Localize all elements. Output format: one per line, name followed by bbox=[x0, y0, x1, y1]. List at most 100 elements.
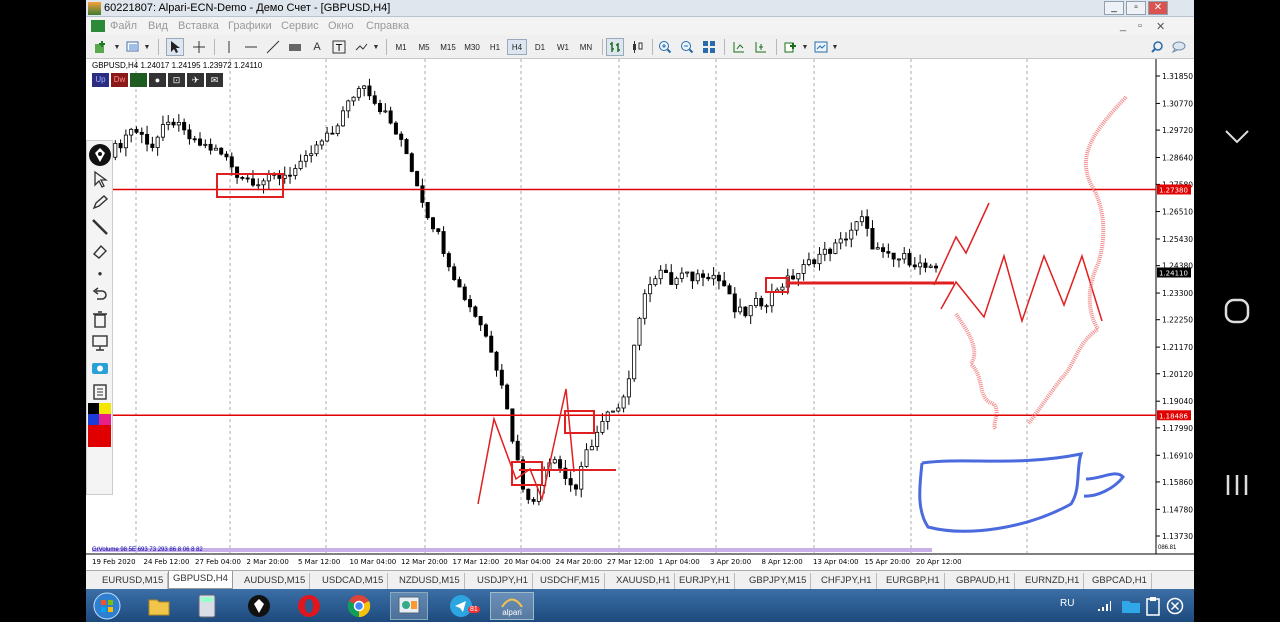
menu-window[interactable]: Окно bbox=[328, 20, 354, 32]
pencil-icon[interactable] bbox=[89, 193, 111, 213]
recents-button[interactable] bbox=[1194, 460, 1280, 510]
green-button[interactable] bbox=[130, 73, 147, 87]
control-panel-icon[interactable] bbox=[390, 592, 428, 620]
trash-icon[interactable] bbox=[89, 309, 111, 329]
timeframe-m1[interactable]: M1 bbox=[391, 39, 411, 55]
text-tool-icon[interactable]: A bbox=[308, 38, 326, 56]
drop-icon[interactable]: ● bbox=[149, 73, 166, 87]
up-button[interactable]: Up bbox=[92, 73, 109, 87]
shapes-icon[interactable] bbox=[352, 38, 370, 56]
calculator-icon[interactable] bbox=[188, 592, 226, 620]
close-circle-icon[interactable] bbox=[1164, 592, 1186, 620]
vertical-line-icon[interactable] bbox=[220, 38, 238, 56]
autoscroll-icon[interactable] bbox=[752, 38, 770, 56]
inner-minimize-button[interactable]: _ bbox=[1120, 20, 1126, 32]
templates-icon[interactable] bbox=[812, 38, 830, 56]
dot-icon[interactable]: ● bbox=[89, 263, 111, 283]
search-icon[interactable] bbox=[1148, 38, 1166, 56]
clipboard-tray-icon[interactable] bbox=[1142, 592, 1164, 620]
tab-eurusd-m15[interactable]: EURUSD,M15 bbox=[98, 573, 169, 589]
undo-icon[interactable] bbox=[89, 285, 111, 305]
language-indicator[interactable]: RU bbox=[1060, 598, 1074, 609]
arrow-icon[interactable] bbox=[89, 169, 111, 189]
tab-xauusd-h1[interactable]: XAUUSD,H1 bbox=[612, 573, 676, 589]
tab-usdchf-m15[interactable]: USDCHF,M15 bbox=[536, 573, 605, 589]
horizontal-line-icon[interactable] bbox=[242, 38, 260, 56]
plane-icon[interactable]: ✈ bbox=[187, 73, 204, 87]
bar-chart-icon[interactable] bbox=[606, 38, 624, 56]
tab-nzdusd-m15[interactable]: NZDUSD,M15 bbox=[395, 573, 465, 589]
candlestick-icon[interactable] bbox=[628, 38, 646, 56]
folder-icon[interactable] bbox=[140, 592, 178, 620]
chart-shift-icon[interactable] bbox=[730, 38, 748, 56]
timeframe-d1[interactable]: D1 bbox=[530, 39, 550, 55]
restore-button[interactable]: ▫ bbox=[1126, 1, 1146, 15]
tab-usdcad-m15[interactable]: USDCAD,M15 bbox=[318, 573, 389, 589]
tab-eurjpy-h1[interactable]: EURJPY,H1 bbox=[675, 573, 736, 589]
timeframe-h4[interactable]: H4 bbox=[507, 39, 527, 55]
alpari-taskbar-button[interactable]: alpari bbox=[490, 592, 534, 620]
chevron-down-icon[interactable] bbox=[1194, 112, 1280, 162]
tab-gbpcad-h1[interactable]: GBPCAD,H1 bbox=[1088, 573, 1152, 589]
down-button[interactable]: Dw bbox=[111, 73, 128, 87]
lock-icon[interactable]: ⊡ bbox=[168, 73, 185, 87]
zoom-in-icon[interactable] bbox=[656, 38, 674, 56]
start-button[interactable] bbox=[88, 592, 126, 620]
cursor-icon[interactable] bbox=[166, 38, 184, 56]
menu-help[interactable]: Справка bbox=[366, 20, 409, 32]
new-chart-icon[interactable] bbox=[92, 38, 110, 56]
line-tool-icon[interactable] bbox=[89, 217, 111, 237]
menu-tools[interactable]: Сервис bbox=[281, 20, 319, 32]
telegram-icon[interactable]: 81 bbox=[442, 592, 480, 620]
menu-file[interactable]: Файл bbox=[110, 20, 137, 32]
chrome-icon[interactable] bbox=[340, 592, 378, 620]
timeframe-m5[interactable]: M5 bbox=[414, 39, 434, 55]
eraser-icon[interactable] bbox=[89, 241, 111, 261]
mail-icon[interactable]: ✉ bbox=[206, 73, 223, 87]
menu-charts[interactable]: Графики bbox=[228, 20, 272, 32]
chevron-down-icon[interactable]: ▼ bbox=[113, 38, 121, 56]
folder-tray-icon[interactable] bbox=[1120, 592, 1142, 620]
price-chart[interactable]: 1.318501.307701.297201.286401.275801.265… bbox=[86, 59, 1194, 570]
tab-gbpjpy-m15[interactable]: GBPJPY,M15 bbox=[745, 573, 812, 589]
zoom-out-icon[interactable] bbox=[678, 38, 696, 56]
timeframe-w1[interactable]: W1 bbox=[553, 39, 573, 55]
tab-gbpusd-h4[interactable]: GBPUSD,H4 bbox=[168, 571, 233, 589]
tab-chfjpy-h1[interactable]: CHFJPY,H1 bbox=[817, 573, 877, 589]
tab-eurgbp-h1[interactable]: EURGBP,H1 bbox=[882, 573, 945, 589]
chevron-down-icon[interactable]: ▼ bbox=[801, 38, 809, 56]
timeframe-h1[interactable]: H1 bbox=[485, 39, 505, 55]
screen-icon[interactable] bbox=[89, 333, 111, 353]
chevron-down-icon[interactable]: ▼ bbox=[143, 38, 151, 56]
pen-app-icon[interactable] bbox=[88, 143, 112, 169]
menu-insert[interactable]: Вставка bbox=[178, 20, 219, 32]
indicators-icon[interactable] bbox=[782, 38, 800, 56]
chevron-down-icon[interactable]: ▼ bbox=[831, 38, 839, 56]
menu-view[interactable]: Вид bbox=[148, 20, 168, 32]
minimize-button[interactable]: _ bbox=[1104, 1, 1124, 15]
chart-menu-icon[interactable] bbox=[91, 20, 105, 32]
tab-usdjpy-h1[interactable]: USDJPY,H1 bbox=[473, 573, 534, 589]
timeframe-mn[interactable]: MN bbox=[575, 39, 597, 55]
tile-windows-icon[interactable] bbox=[700, 38, 718, 56]
chevron-down-icon[interactable]: ▼ bbox=[372, 38, 380, 56]
tab-gbpaud-h1[interactable]: GBPAUD,H1 bbox=[952, 573, 1016, 589]
home-button[interactable] bbox=[1194, 286, 1280, 336]
tab-eurnzd-h1[interactable]: EURNZD,H1 bbox=[1021, 573, 1085, 589]
channel-icon[interactable] bbox=[286, 38, 304, 56]
camera-icon[interactable] bbox=[89, 357, 111, 377]
chart-area[interactable]: 1.318501.307701.297201.286401.275801.265… bbox=[86, 59, 1194, 570]
pen-app-taskbar-icon[interactable] bbox=[240, 592, 278, 620]
inner-restore-button[interactable]: ▫ bbox=[1138, 20, 1142, 32]
clipboard-icon[interactable] bbox=[89, 381, 111, 401]
chat-icon[interactable] bbox=[1170, 38, 1188, 56]
trendline-icon[interactable] bbox=[264, 38, 282, 56]
tab-audusd-m15[interactable]: AUDUSD,M15 bbox=[240, 573, 311, 589]
crosshair-icon[interactable] bbox=[190, 38, 208, 56]
close-button[interactable]: ✕ bbox=[1148, 1, 1168, 15]
color-palette[interactable] bbox=[88, 403, 111, 447]
profiles-icon[interactable] bbox=[124, 38, 142, 56]
timeframe-m30[interactable]: M30 bbox=[461, 39, 483, 55]
text-label-icon[interactable]: T bbox=[330, 38, 348, 56]
opera-icon[interactable] bbox=[290, 592, 328, 620]
